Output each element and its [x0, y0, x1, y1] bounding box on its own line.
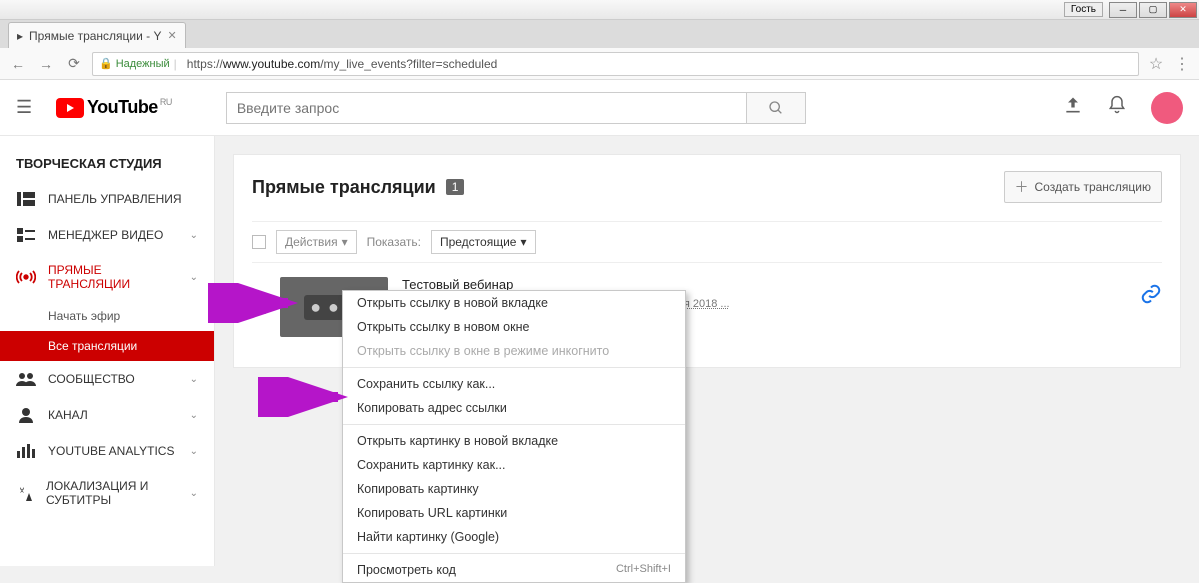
sidebar-item-label: ЛОКАЛИЗАЦИЯ И СУБТИТРЫ — [46, 479, 178, 508]
youtube-header: ☰ YouTube RU — [0, 80, 1199, 136]
translate-icon — [16, 485, 34, 501]
sidebar-item-label: МЕНЕДЖЕР ВИДЕО — [48, 228, 163, 242]
sidebar-item-label: КАНАЛ — [48, 408, 88, 422]
show-label: Показать: — [367, 235, 421, 249]
search-form — [226, 92, 806, 124]
actions-dropdown[interactable]: Действия▾ — [276, 230, 357, 254]
ctx-open-incognito: Открыть ссылку в окне в режиме инкогнито — [343, 339, 685, 363]
ctx-save-image-as[interactable]: Сохранить картинку как... — [343, 453, 685, 477]
analytics-icon — [16, 443, 36, 459]
sidebar-item-analytics[interactable]: YOUTUBE ANALYTICS ⌄ — [0, 433, 214, 469]
browser-tab[interactable]: ▸ Прямые трансляции - Y ✕ — [8, 22, 186, 48]
ctx-find-image[interactable]: Найти картинку (Google) — [343, 525, 685, 549]
filter-dropdown[interactable]: Предстоящие▾ — [431, 230, 536, 254]
reload-button[interactable]: ⟳ — [64, 54, 84, 74]
select-all-checkbox[interactable] — [252, 235, 266, 249]
forward-button[interactable]: → — [36, 54, 56, 74]
url-input[interactable]: 🔒 Надежный | https://www.youtube.com/my_… — [92, 52, 1139, 76]
count-badge: 1 — [446, 179, 465, 195]
link-icon[interactable] — [1140, 277, 1162, 310]
chevron-down-icon: ⌄ — [190, 410, 198, 421]
sidebar-item-localization[interactable]: ЛОКАЛИЗАЦИЯ И СУБТИТРЫ ⌄ — [0, 469, 214, 518]
search-icon — [768, 100, 784, 116]
ctx-inspect[interactable]: Просмотреть код Ctrl+Shift+I — [343, 558, 685, 582]
notifications-icon[interactable] — [1107, 95, 1127, 120]
sidebar-item-dashboard[interactable]: ПАНЕЛЬ УПРАВЛЕНИЯ — [0, 181, 214, 217]
ctx-open-new-window[interactable]: Открыть ссылку в новом окне — [343, 315, 685, 339]
tab-title: Прямые трансляции - Y — [29, 29, 161, 43]
dashboard-icon — [16, 191, 36, 207]
ctx-save-link-as[interactable]: Сохранить ссылку как... — [343, 372, 685, 396]
upload-icon[interactable] — [1063, 95, 1083, 120]
window-titlebar: Гость ─ ▢ ✕ — [0, 0, 1199, 20]
sidebar-item-label: ПРЯМЫЕ ТРАНСЛЯЦИИ — [48, 263, 178, 291]
caret-down-icon: ▾ — [342, 235, 348, 249]
maximize-button[interactable]: ▢ — [1139, 2, 1167, 18]
avatar[interactable] — [1151, 92, 1183, 124]
list-toolbar: Действия▾ Показать: Предстоящие▾ — [252, 221, 1162, 263]
browser-tab-bar: ▸ Прямые трансляции - Y ✕ — [0, 20, 1199, 48]
sidebar-item-label: YOUTUBE ANALYTICS — [48, 444, 174, 458]
chevron-down-icon: ⌄ — [190, 374, 198, 385]
guest-label[interactable]: Гость — [1064, 2, 1103, 17]
ctx-separator — [343, 367, 685, 368]
search-input[interactable] — [226, 92, 746, 124]
minimize-button[interactable]: ─ — [1109, 2, 1137, 18]
ctx-open-new-tab[interactable]: Открыть ссылку в новой вкладке — [343, 291, 685, 315]
sidebar-sub-start-stream[interactable]: Начать эфир — [0, 301, 214, 331]
close-window-button[interactable]: ✕ — [1169, 2, 1197, 18]
hamburger-icon[interactable]: ☰ — [16, 97, 40, 118]
annotation-arrow-2 — [258, 377, 348, 417]
lock-icon: 🔒 — [99, 57, 113, 70]
chevron-down-icon: ⌄ — [190, 446, 198, 457]
create-stream-button[interactable]: ＋ Создать трансляцию — [1004, 171, 1162, 203]
sidebar-item-live[interactable]: ПРЯМЫЕ ТРАНСЛЯЦИИ ⌄ — [0, 253, 214, 301]
sidebar-item-community[interactable]: СООБЩЕСТВО ⌄ — [0, 361, 214, 397]
caret-down-icon: ▾ — [520, 235, 526, 249]
sidebar-sub-all-streams[interactable]: Все трансляции — [0, 331, 214, 361]
community-icon — [16, 371, 36, 387]
sidebar-item-label: ПАНЕЛЬ УПРАВЛЕНИЯ — [48, 192, 182, 206]
chevron-down-icon: ⌄ — [190, 230, 198, 241]
back-button[interactable]: ← — [8, 54, 28, 74]
plus-icon: ＋ — [1015, 177, 1029, 197]
sidebar-item-video-manager[interactable]: МЕНЕДЖЕР ВИДЕО ⌄ — [0, 217, 214, 253]
live-icon — [16, 269, 36, 285]
sidebar: ТВОРЧЕСКАЯ СТУДИЯ ПАНЕЛЬ УПРАВЛЕНИЯ МЕНЕ… — [0, 136, 215, 566]
url-text: https://www.youtube.com/my_live_events?f… — [187, 57, 498, 71]
ctx-copy-image[interactable]: Копировать картинку — [343, 477, 685, 501]
ctx-copy-image-url[interactable]: Копировать URL картинки — [343, 501, 685, 525]
search-button[interactable] — [746, 92, 806, 124]
channel-icon — [16, 407, 36, 423]
chevron-down-icon: ⌄ — [190, 488, 198, 499]
sidebar-item-channel[interactable]: КАНАЛ ⌄ — [0, 397, 214, 433]
address-bar: ← → ⟳ 🔒 Надежный | https://www.youtube.c… — [0, 48, 1199, 80]
ctx-shortcut: Ctrl+Shift+I — [616, 563, 671, 577]
ctx-separator — [343, 553, 685, 554]
ctx-open-image-tab[interactable]: Открыть картинку в новой вкладке — [343, 429, 685, 453]
sidebar-item-label: СООБЩЕСТВО — [48, 372, 135, 386]
play-icon — [56, 98, 84, 118]
youtube-logo[interactable]: YouTube RU — [56, 97, 170, 118]
ctx-separator — [343, 424, 685, 425]
tab-favicon: ▸ — [17, 29, 23, 43]
menu-dots-icon[interactable]: ⋮ — [1173, 54, 1191, 74]
context-menu: Открыть ссылку в новой вкладке Открыть с… — [342, 290, 686, 583]
chevron-down-icon: ⌄ — [190, 272, 198, 283]
ctx-copy-link-address[interactable]: Копировать адрес ссылки — [343, 396, 685, 420]
tab-close-icon[interactable]: ✕ — [168, 29, 177, 42]
sidebar-title: ТВОРЧЕСКАЯ СТУДИЯ — [0, 146, 214, 181]
page-title: Прямые трансляции — [252, 177, 436, 198]
secure-badge: 🔒 Надежный — [99, 57, 170, 70]
annotation-arrow-1 — [208, 283, 298, 323]
star-icon[interactable]: ☆ — [1147, 54, 1165, 74]
video-manager-icon — [16, 227, 36, 243]
